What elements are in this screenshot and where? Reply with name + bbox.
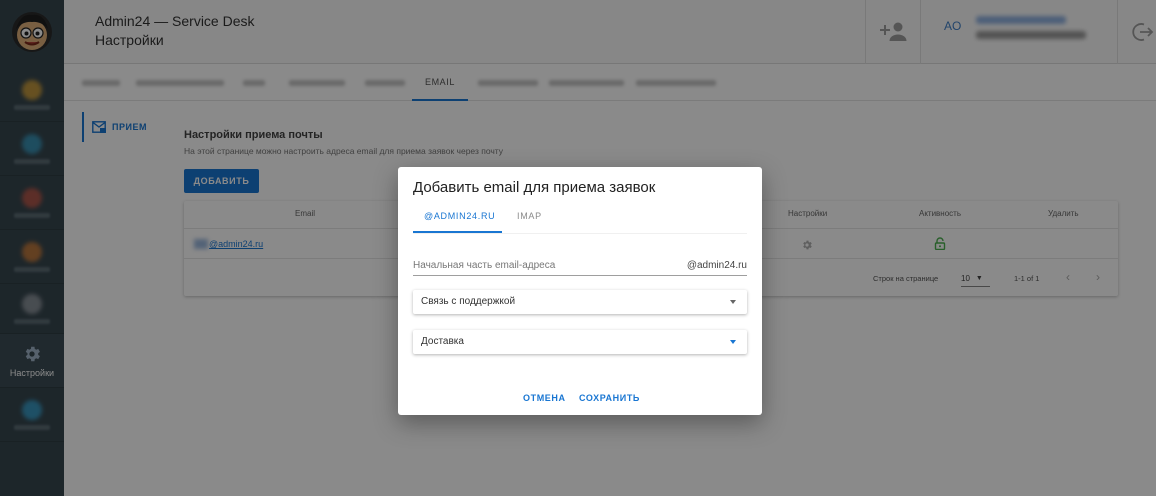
- dialog-tab-domain[interactable]: @ADMIN24.RU: [424, 211, 495, 221]
- dialog-tab-imap[interactable]: IMAP: [517, 211, 542, 221]
- email-prefix-field[interactable]: Начальная часть email-адреса @admin24.ru: [413, 258, 747, 276]
- chevron-down-icon: [730, 300, 736, 304]
- save-button[interactable]: СОХРАНИТЬ: [579, 393, 640, 403]
- department-select[interactable]: Доставка: [413, 330, 747, 354]
- category-select-value: Связь с поддержкой: [421, 296, 516, 307]
- chevron-down-icon: [730, 340, 736, 344]
- dialog-title: Добавить email для приема заявок: [413, 179, 656, 196]
- email-domain-suffix: @admin24.ru: [686, 260, 747, 271]
- add-email-dialog: Добавить email для приема заявок @ADMIN2…: [398, 167, 762, 415]
- category-select[interactable]: Связь с поддержкой: [413, 290, 747, 314]
- email-prefix-placeholder: Начальная часть email-адреса: [413, 260, 556, 271]
- cancel-button[interactable]: ОТМЕНА: [523, 393, 566, 403]
- department-select-value: Доставка: [421, 336, 464, 347]
- dialog-tab-indicator: [413, 231, 502, 233]
- dialog-tabs-divider: [413, 233, 747, 234]
